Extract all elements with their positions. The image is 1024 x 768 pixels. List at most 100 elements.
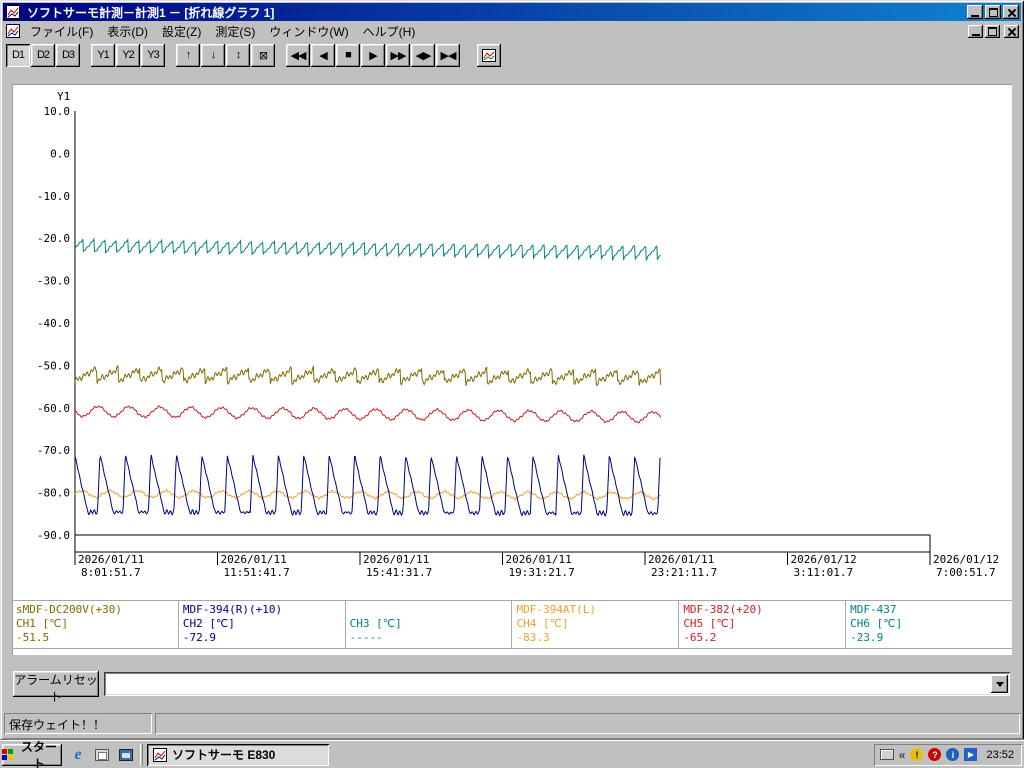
- toolbar: D1 D2 D3 Y1 Y2 Y3 ↑ ↓ ↕ ⊠ ◀◀ ◀ ■ ▶ ▶▶ ◀▶ ▶◀: [6, 42, 1019, 68]
- svg-text:3:11:01.7: 3:11:01.7: [794, 566, 854, 579]
- sensor-name: MDF-437: [850, 603, 897, 616]
- channel-window-icon[interactable]: [116, 745, 136, 765]
- channel-label: CH3 [℃]: [349, 617, 402, 630]
- child-restore-button[interactable]: [985, 24, 1000, 38]
- line-chart: Y1 10.0 0.0 -10.0 -20.0 -30.0 -40.0 -50.0 -60.0 -…: [37, 90, 999, 579]
- close-icon: [1007, 8, 1016, 17]
- menu-item-file[interactable]: ファイル(F): [23, 22, 100, 41]
- svg-text:-70.0: -70.0: [37, 444, 70, 457]
- toolbar-nav-button-2[interactable]: ◀: [311, 43, 335, 67]
- desktop: ソフトサーモ計測－計測1 － [折れ線グラフ 1] ファイル(F) 表示(D) 設定…: [0, 0, 1024, 768]
- svg-text:15:41:31.7: 15:41:31.7: [366, 566, 432, 579]
- legend-channel-5: MDF-382(+20) CH5 [℃] -65.2: [678, 601, 845, 648]
- title-bar: ソフトサーモ計測－計測1 － [折れ線グラフ 1]: [3, 3, 1021, 21]
- toolbar-scale-button-2[interactable]: ↓: [201, 43, 225, 67]
- ie-icon[interactable]: e: [68, 745, 88, 765]
- legend-channel-2: MDF-394(R)(+10) CH2 [℃] -72.9: [177, 601, 345, 648]
- toolbar-nav-button-6[interactable]: ◀▶: [411, 43, 435, 67]
- menu-item-view[interactable]: 表示(D): [100, 22, 155, 41]
- taskbar: スタート e ソフトサーモ E830 «!? i ▶ 23:52: [0, 740, 1024, 768]
- hide-icons-chevron-icon[interactable]: «: [899, 748, 906, 762]
- ie-icon: e: [74, 745, 82, 763]
- svg-text:-20.0: -20.0: [37, 232, 70, 245]
- alarm-combobox[interactable]: [104, 672, 1010, 696]
- toolbar-scale-button-4[interactable]: ⊠: [251, 43, 275, 67]
- status-panel-secondary: [155, 713, 1020, 734]
- svg-text:19:31:21.7: 19:31:21.7: [509, 566, 575, 579]
- toolbar-nav-button-7[interactable]: ▶◀: [436, 43, 460, 67]
- windows-logo-icon: [2, 749, 13, 760]
- warning-icon[interactable]: !: [910, 748, 924, 761]
- status-panel: 保存ウェイト！！: [4, 713, 152, 734]
- sensor-name: sMDF-DC200V(+30): [16, 603, 122, 616]
- restore-icon: [988, 26, 997, 36]
- media-icon[interactable]: ▶: [964, 748, 978, 761]
- legend-channel-6: MDF-437 CH6 [℃] -23.9: [845, 601, 1012, 648]
- toolbar-nav-button-4[interactable]: ▶: [361, 43, 385, 67]
- restore-icon: [988, 7, 998, 17]
- taskbar-task-button[interactable]: ソフトサーモ E830: [147, 743, 329, 766]
- menu-item-settings[interactable]: 設定(Z): [155, 22, 208, 41]
- svg-text:0.0: 0.0: [50, 147, 70, 160]
- menu-bar: ファイル(F) 表示(D) 設定(Z) 測定(S) ウィンドウ(W) ヘルプ(H): [5, 22, 1019, 40]
- svg-text:2026/01/11: 2026/01/11: [363, 553, 429, 566]
- input-device-icon[interactable]: [879, 749, 894, 760]
- menu-item-help[interactable]: ヘルプ(H): [356, 22, 423, 41]
- toolbar-display-button-2[interactable]: D2: [31, 43, 55, 67]
- channel-value: -65.2: [683, 631, 717, 644]
- menu-item-window[interactable]: ウィンドウ(W): [262, 22, 355, 41]
- toolbar-scale-button-3[interactable]: ↕: [226, 43, 250, 67]
- svg-text:Y1: Y1: [57, 90, 70, 103]
- channel-value: -51.5: [16, 631, 50, 644]
- tray-icons: «!? i ▶: [879, 748, 978, 762]
- channel-value: -83.3: [516, 631, 550, 644]
- channel-window-icon: [119, 748, 133, 761]
- legend-channel-1: sMDF-DC200V(+30) CH1 [℃] -51.5: [12, 601, 178, 648]
- minimize-button[interactable]: [967, 5, 983, 19]
- quick-launch-bar: e: [68, 745, 136, 765]
- toolbar-display-button-1[interactable]: D1: [6, 43, 30, 67]
- toolbar-nav-button-3[interactable]: ■: [336, 43, 360, 67]
- chevron-down-icon: [995, 681, 1004, 687]
- channel-label: CH5 [℃]: [683, 617, 736, 630]
- toolbar-nav-button-1[interactable]: ◀◀: [286, 43, 310, 67]
- toolbar-scale-button-1[interactable]: ↑: [176, 43, 200, 67]
- restore-button[interactable]: [985, 5, 1001, 19]
- toolbar-display-button-3[interactable]: D3: [56, 43, 80, 67]
- start-button[interactable]: スタート: [2, 740, 62, 768]
- menu-item-measure[interactable]: 測定(S): [208, 22, 262, 41]
- toolbar-yaxis-button-3[interactable]: Y3: [141, 43, 165, 67]
- taskbar-clock: 23:52: [986, 748, 1014, 761]
- menu-items: ファイル(F) 表示(D) 設定(Z) 測定(S) ウィンドウ(W) ヘルプ(H): [23, 22, 422, 41]
- toolbar-yaxis-button-2[interactable]: Y2: [116, 43, 140, 67]
- chart-panel: Y1 10.0 0.0 -10.0 -20.0 -30.0 -40.0 -50.0 -60.0 -…: [12, 84, 1012, 655]
- task-label: ソフトサーモ E830: [172, 748, 276, 762]
- svg-text:-30.0: -30.0: [37, 275, 70, 288]
- svg-text:2026/01/11: 2026/01/11: [506, 553, 572, 566]
- show-desktop-icon: [95, 748, 109, 761]
- alarm-reset-button[interactable]: アラームリセット: [13, 671, 99, 704]
- svg-text:-10.0: -10.0: [37, 190, 70, 203]
- combo-dropdown-button[interactable]: [991, 675, 1008, 693]
- child-minimize-button[interactable]: [968, 24, 983, 38]
- child-window-icon[interactable]: [6, 24, 20, 38]
- svg-text:2026/01/11: 2026/01/11: [78, 553, 144, 566]
- app-icon: [6, 5, 20, 19]
- close-button[interactable]: [1003, 5, 1019, 19]
- line-graph-icon: [482, 48, 496, 62]
- info-icon[interactable]: i: [946, 748, 960, 761]
- task-icon: [153, 747, 167, 762]
- toolbar-nav-button-5[interactable]: ▶▶: [386, 43, 410, 67]
- show-desktop-icon[interactable]: [92, 745, 112, 765]
- status-text: 保存ウェイト！！: [9, 718, 106, 732]
- toolbar-yaxis-button-1[interactable]: Y1: [91, 43, 115, 67]
- svg-text:11:51:41.7: 11:51:41.7: [224, 566, 290, 579]
- toolbar-graph-button[interactable]: [477, 43, 501, 67]
- error-icon[interactable]: ?: [928, 748, 942, 761]
- channel-value: -72.9: [182, 631, 216, 644]
- sensor-name: [350, 603, 512, 617]
- child-close-button[interactable]: [1004, 24, 1019, 38]
- child-window-controls: [966, 24, 1019, 38]
- svg-text:-90.0: -90.0: [37, 529, 70, 542]
- svg-text:2026/01/11: 2026/01/11: [648, 553, 714, 566]
